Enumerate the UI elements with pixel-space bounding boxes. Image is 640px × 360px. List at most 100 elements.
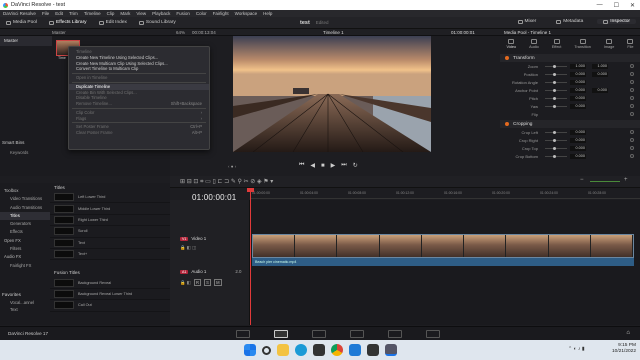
vscode-icon[interactable] bbox=[348, 344, 361, 356]
effect-item[interactable]: Right Lower Third bbox=[50, 215, 170, 227]
reset-icon[interactable] bbox=[630, 138, 634, 142]
slider-knob[interactable] bbox=[553, 146, 556, 150]
property-slider[interactable] bbox=[545, 80, 567, 84]
viewer-timeline-name[interactable]: Timeline 1 bbox=[323, 30, 344, 35]
mixer-button[interactable]: Mixer bbox=[512, 19, 543, 24]
home-icon[interactable]: ⌂ bbox=[626, 330, 630, 336]
file-explorer-icon[interactable] bbox=[276, 344, 289, 356]
video-clip[interactable] bbox=[252, 234, 634, 258]
menu-item-davinci-resolve[interactable]: DaVinci Resolve bbox=[3, 11, 36, 16]
effect-item[interactable]: Call Out bbox=[50, 300, 170, 312]
fusion-page-icon[interactable] bbox=[350, 330, 364, 338]
clock-date[interactable]: 10/21/2022 bbox=[612, 349, 636, 355]
audio-track-controls[interactable]: 🔒 ◧ R S M bbox=[180, 279, 222, 286]
reset-icon[interactable] bbox=[630, 130, 634, 134]
property-slider[interactable] bbox=[545, 138, 567, 142]
zoom-minus-icon[interactable]: − bbox=[580, 177, 584, 183]
playhead[interactable] bbox=[250, 188, 251, 325]
smart-bins-label[interactable]: Smart Bins bbox=[2, 140, 24, 145]
tab-audio[interactable]: Audio bbox=[529, 39, 539, 49]
property-value-x[interactable]: 0.000 bbox=[570, 79, 586, 85]
tree-item-toolbox[interactable]: Toolbox bbox=[0, 187, 50, 195]
slider-knob[interactable] bbox=[553, 154, 556, 158]
menu-item-edit[interactable]: Edit bbox=[55, 11, 63, 16]
color-page-icon[interactable] bbox=[388, 330, 402, 338]
enable-dot-icon[interactable] bbox=[505, 56, 509, 60]
slider-knob[interactable] bbox=[553, 138, 556, 142]
menu-item-fusion[interactable]: Fusion bbox=[176, 11, 190, 16]
slider-knob[interactable] bbox=[553, 96, 556, 100]
reset-icon[interactable] bbox=[630, 88, 634, 92]
jump-end-button[interactable]: ⏭ bbox=[341, 162, 346, 169]
maximize-button[interactable]: ☐ bbox=[614, 2, 619, 9]
effect-item[interactable]: Background Reveal bbox=[50, 277, 170, 289]
property-value-y[interactable]: 1.000 bbox=[592, 63, 608, 69]
menu-item-workspace[interactable]: Workspace bbox=[235, 11, 257, 16]
tree-item-fairlight-fx[interactable]: Fairlight FX bbox=[0, 262, 50, 270]
zoom-slider[interactable] bbox=[590, 181, 620, 182]
fairlight-page-icon[interactable] bbox=[426, 330, 440, 338]
jump-start-button[interactable]: ⏮ bbox=[299, 162, 304, 169]
metadata-button[interactable]: Metadata bbox=[550, 19, 589, 24]
timeline-tools-icons[interactable]: ⊞ ⊟ ⊡ ⌗ ▭ ▯ ⊏ ⊐ ✎ ⚲ ✂ ⊘ ◈ ⚑ ▾ bbox=[180, 178, 273, 186]
effect-item[interactable]: Text+ bbox=[50, 249, 170, 261]
property-value-y[interactable]: 0.000 bbox=[592, 71, 608, 77]
zoom-plus-icon[interactable]: + bbox=[624, 177, 628, 183]
cut-page-icon[interactable] bbox=[274, 330, 288, 338]
media-page-icon[interactable] bbox=[236, 330, 250, 338]
effect-item[interactable]: Text bbox=[50, 238, 170, 249]
pool-master-label[interactable]: Master bbox=[52, 30, 66, 35]
tab-file[interactable]: File bbox=[627, 39, 633, 49]
effects-library-button[interactable]: Effects Library bbox=[43, 20, 93, 25]
menu-item-trim[interactable]: Trim bbox=[69, 11, 78, 16]
reset-icon[interactable] bbox=[630, 96, 634, 100]
reset-icon[interactable] bbox=[630, 154, 634, 158]
video-track-controls[interactable]: 🔒 ◧ ◫ bbox=[180, 245, 196, 251]
reset-icon[interactable] bbox=[630, 64, 634, 68]
zoom-label[interactable]: 64% bbox=[176, 30, 185, 35]
slider-knob[interactable] bbox=[553, 80, 556, 84]
property-value-x[interactable]: 1.000 bbox=[570, 63, 586, 69]
menu-item-mark[interactable]: Mark bbox=[120, 11, 130, 16]
menu-item-help[interactable]: Help bbox=[263, 11, 272, 16]
inspector-button[interactable]: Inspector bbox=[597, 19, 636, 24]
property-value-x[interactable]: 0.000 bbox=[570, 129, 586, 135]
video-track-header[interactable]: V1 Video 1 bbox=[180, 236, 206, 241]
slider-knob[interactable] bbox=[553, 64, 556, 68]
tree-item-audio-fx[interactable]: Audio FX bbox=[0, 253, 50, 261]
tab-transition[interactable]: Transition bbox=[574, 39, 591, 49]
effect-item[interactable]: Scroll bbox=[50, 226, 170, 238]
property-value-x[interactable]: 0.000 bbox=[570, 137, 586, 143]
tree-item-effects[interactable]: Effects bbox=[0, 228, 50, 236]
edge-icon[interactable] bbox=[294, 344, 307, 356]
menu-item-timeline[interactable]: Timeline bbox=[84, 11, 101, 16]
menu-item-clip[interactable]: Clip bbox=[107, 11, 115, 16]
viewer-page-indicator[interactable]: ‹ ● › bbox=[228, 164, 236, 169]
menu-item-fairlight[interactable]: Fairlight bbox=[213, 11, 229, 16]
slider-knob[interactable] bbox=[553, 104, 556, 108]
search-icon[interactable] bbox=[261, 345, 271, 355]
property-slider[interactable] bbox=[545, 64, 567, 68]
start-icon[interactable] bbox=[243, 344, 256, 356]
property-slider[interactable] bbox=[545, 104, 567, 108]
stop-button[interactable]: ■ bbox=[321, 163, 325, 169]
minimize-button[interactable]: — bbox=[597, 2, 603, 9]
resolve-taskbar-icon[interactable] bbox=[384, 344, 397, 356]
slider-knob[interactable] bbox=[553, 88, 556, 92]
tree-item-video-transitions[interactable]: Video Transitions bbox=[0, 195, 50, 203]
property-slider[interactable] bbox=[545, 96, 567, 100]
transform-section[interactable]: Transform bbox=[500, 54, 640, 62]
property-slider[interactable] bbox=[545, 130, 567, 134]
slider-knob[interactable] bbox=[553, 130, 556, 134]
property-value-y[interactable]: 0.000 bbox=[592, 87, 608, 93]
track-badge[interactable]: V1 bbox=[180, 236, 189, 241]
app-icon[interactable] bbox=[366, 344, 379, 356]
audio-track-header[interactable]: A1 Audio 1 2.0 bbox=[180, 269, 241, 274]
menu-item-view[interactable]: View bbox=[136, 11, 146, 16]
property-value-x[interactable]: 0.000 bbox=[570, 145, 586, 151]
menu-item-playback[interactable]: Playback bbox=[152, 11, 170, 16]
favorites-label[interactable]: Favorites bbox=[2, 292, 21, 297]
timeline-viewer[interactable] bbox=[233, 36, 431, 152]
property-value-x[interactable]: 0.000 bbox=[570, 87, 586, 93]
track-badge[interactable]: A1 bbox=[180, 269, 189, 274]
